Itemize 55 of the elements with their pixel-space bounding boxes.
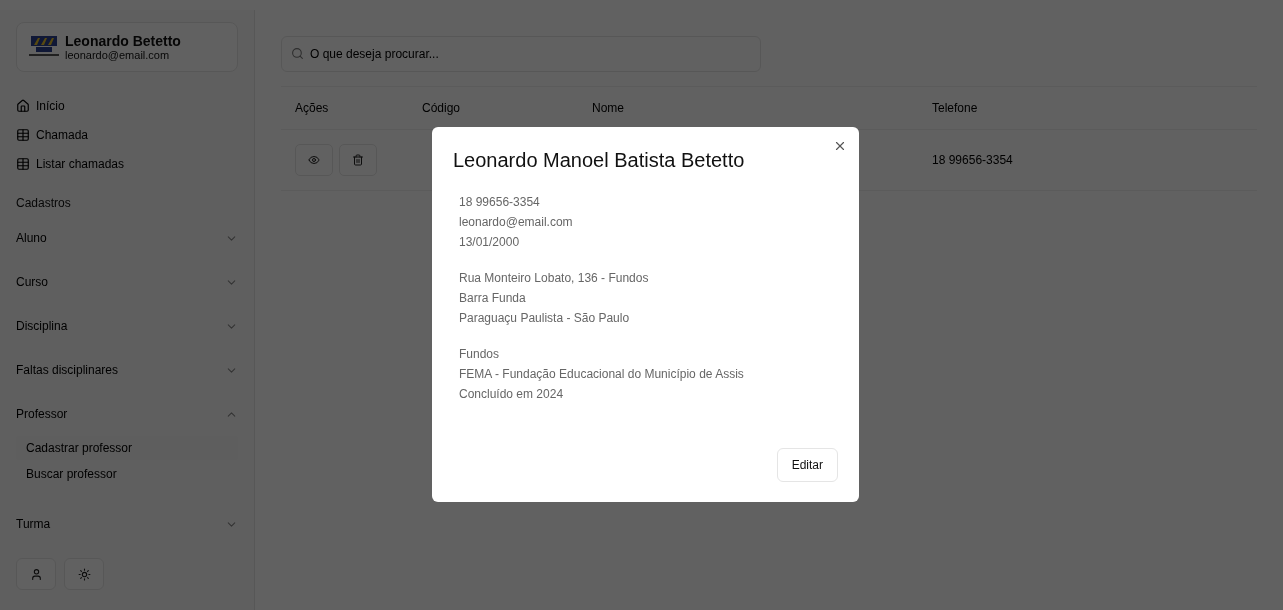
detail-line: 18 99656-3354 [459, 194, 541, 210]
table-icon [16, 128, 30, 142]
group-header[interactable]: Faltas disciplinares [16, 348, 238, 392]
nav-label: Início [36, 99, 65, 113]
group-label: Faltas disciplinares [16, 363, 119, 377]
search-field[interactable]: O que deseja procurar... [281, 36, 761, 72]
column-header: Ações [295, 100, 330, 117]
search-icon [291, 47, 304, 60]
group-label: Curso [16, 275, 48, 289]
trash-icon [352, 154, 364, 166]
group-header[interactable]: Aluno [16, 216, 238, 260]
view-button[interactable] [295, 144, 333, 176]
submenu-item[interactable]: Buscar professor [16, 462, 238, 486]
nav-label: Chamada [36, 128, 89, 142]
modal-title: Leonardo Manoel Batista Betetto [453, 149, 746, 172]
group-label: Professor [16, 407, 68, 421]
group-header[interactable]: Professor [16, 392, 238, 436]
user-card[interactable]: Leonardo Betetto leonardo@email.com [16, 22, 238, 72]
nav-item[interactable]: Chamada [16, 123, 238, 147]
eye-icon [308, 154, 320, 166]
user-icon [29, 567, 43, 581]
detail-line: Concluído em 2024 [459, 386, 565, 402]
nav-label: Listar chamadas [36, 157, 125, 171]
detail-line: Paraguaçu Paulista - São Paulo [459, 310, 631, 326]
detail-line: FEMA - Fundação Educacional do Município de Assis [459, 366, 745, 382]
close-icon [833, 139, 847, 153]
group-header[interactable]: Curso [16, 260, 238, 304]
group-label: Disciplina [16, 319, 68, 333]
delete-button[interactable] [339, 144, 377, 176]
detail-line: 13/01/2000 [459, 234, 521, 250]
logo-icon [29, 36, 59, 58]
group-header[interactable]: Turma [16, 502, 238, 546]
sun-icon [77, 567, 91, 581]
column-header: Telefone [932, 100, 979, 117]
edit-button[interactable]: Editar [776, 448, 838, 482]
group-label: Turma [16, 517, 51, 531]
detail-line: Fundos [459, 346, 501, 362]
user-email: leonardo@email.com [65, 49, 171, 61]
profile-button[interactable] [16, 558, 56, 590]
nav-item[interactable]: Listar chamadas [16, 152, 238, 176]
detail-line: Barra Funda [459, 290, 527, 306]
theme-button[interactable] [64, 558, 104, 590]
section-label: Cadastros [16, 196, 72, 210]
table-icon [16, 157, 30, 171]
column-header: Código [422, 100, 462, 117]
column-header: Nome [592, 100, 625, 117]
home-icon [16, 99, 30, 113]
nav-item[interactable]: Início [16, 94, 238, 118]
group-header[interactable]: Disciplina [16, 304, 238, 348]
table-cell: 18 99656-3354 [932, 153, 1013, 167]
detail-line: leonardo@email.com [459, 214, 574, 230]
group-label: Aluno [16, 231, 47, 245]
close-button[interactable] [833, 139, 847, 153]
detail-line: Rua Monteiro Lobato, 136 - Fundos [459, 270, 650, 286]
user-name: Leonardo Betetto [65, 33, 181, 49]
